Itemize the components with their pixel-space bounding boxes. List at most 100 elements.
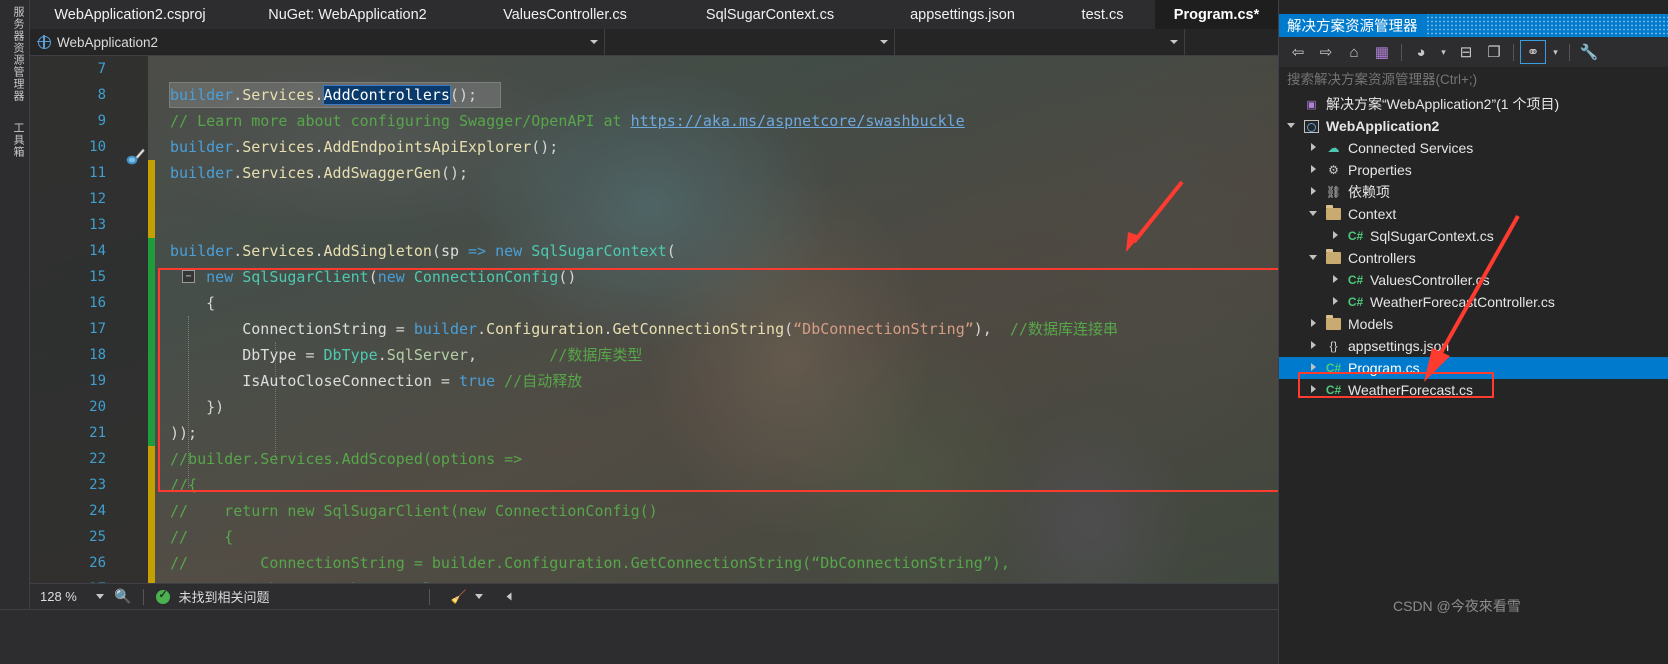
code-token: . xyxy=(377,346,387,364)
show-all-files-button[interactable]: ❐ xyxy=(1481,40,1507,64)
navbar-member-segment[interactable] xyxy=(895,29,1185,55)
code-line[interactable]: 15− new SqlSugarClient(new ConnectionCon… xyxy=(30,264,1278,290)
code-token: //数据库连接串 xyxy=(1000,320,1118,338)
collapse-all-button[interactable]: ⊟ xyxy=(1453,40,1479,64)
pending-changes-dropdown[interactable]: ▾ xyxy=(1436,40,1451,64)
forward-button[interactable]: ⇨ xyxy=(1313,40,1339,64)
line-number: 9 xyxy=(97,113,106,129)
chevron-right-icon[interactable] xyxy=(1309,319,1319,329)
code-editor[interactable]: 7 8 builder.Services.AddControllers(); 9// … xyxy=(30,56,1278,583)
chevron-right-icon[interactable] xyxy=(1309,143,1319,153)
code-text: ConnectionString = builder.Configuration… xyxy=(170,316,1118,342)
chevron-down-icon[interactable] xyxy=(1287,121,1297,131)
code-token: Configuration xyxy=(486,320,604,338)
editor-tab-appsettings-json[interactable]: appsettings.json xyxy=(875,0,1050,29)
problem-status-label: 未找到相关问题 xyxy=(178,590,270,605)
code-line[interactable]: 26 // ConnectionString = builder.Configur… xyxy=(30,550,1278,576)
code-line[interactable]: 17 ConnectionString = builder.Configurat… xyxy=(30,316,1278,342)
code-hyperlink[interactable]: https://aka.ms/aspnetcore/swashbuckle xyxy=(631,112,965,130)
broom-icon[interactable]: 🧹 xyxy=(450,589,466,605)
solution-explorer-search-input[interactable] xyxy=(1279,67,1668,91)
code-line[interactable]: 10 builder.Services.AddEndpointsApiExplor… xyxy=(30,134,1278,160)
code-line[interactable]: 19 IsAutoCloseConnection = true //自动释放 xyxy=(30,368,1278,394)
chevron-down-icon[interactable] xyxy=(1309,209,1319,219)
editor-tab-test-cs[interactable]: test.cs xyxy=(1050,0,1155,29)
tree-item-webapplication2[interactable]: WebApplication2 xyxy=(1279,115,1668,137)
tree-item-models[interactable]: Models xyxy=(1279,313,1668,335)
tree-item-valuescontroller.cs[interactable]: C# ValuesController.cs xyxy=(1279,269,1668,291)
code-line[interactable]: 7 xyxy=(30,56,1278,82)
editor-tab-webapplication2-csproj[interactable]: WebApplication2.csproj xyxy=(30,0,230,29)
code-line[interactable]: 13 xyxy=(30,212,1278,238)
tree-item-weatherforecastcontroller.cs[interactable]: C# WeatherForecastController.cs xyxy=(1279,291,1668,313)
chevron-right-icon[interactable] xyxy=(1331,231,1341,241)
tree-item-context[interactable]: Context xyxy=(1279,203,1668,225)
code-line[interactable]: 21)); xyxy=(30,420,1278,446)
code-lines[interactable]: 7 8 builder.Services.AddControllers(); 9// … xyxy=(30,56,1278,583)
wrench-icon[interactable]: 🔧 xyxy=(1576,40,1602,64)
solution-view-button[interactable]: ▦ xyxy=(1369,40,1395,64)
tree-item--[interactable]: ⛓ 依赖项 xyxy=(1279,181,1668,203)
tree-item-sqlsugarcontext.cs[interactable]: C# SqlSugarContext.cs xyxy=(1279,225,1668,247)
navbar-project-segment[interactable]: WebApplication2 xyxy=(30,29,605,55)
title-drag-dots[interactable] xyxy=(1425,14,1668,37)
magnifier-icon[interactable]: 🔍 xyxy=(114,588,131,605)
tree-item-controllers[interactable]: Controllers xyxy=(1279,247,1668,269)
code-line[interactable]: 9 // Learn more about configuring Swagger… xyxy=(30,108,1278,134)
code-line[interactable]: 20 }) xyxy=(30,394,1278,420)
chevron-right-icon[interactable] xyxy=(1331,297,1341,307)
chevron-right-icon[interactable] xyxy=(1331,275,1341,285)
tree-item-program.cs[interactable]: C# Program.cs xyxy=(1279,357,1668,379)
code-token: (); xyxy=(440,164,469,182)
code-line[interactable]: 18 DbType = DbType.SqlServer, //数据库类型 xyxy=(30,342,1278,368)
code-token: )); xyxy=(170,424,198,442)
dock-tab-toolbox[interactable]: 工具箱 xyxy=(4,122,26,158)
code-token: (); xyxy=(449,86,478,104)
back-button[interactable]: ⇦ xyxy=(1285,40,1311,64)
properties-dropdown[interactable]: ▾ xyxy=(1548,40,1563,64)
tree-item-label: WeatherForecast.cs xyxy=(1348,382,1474,398)
chevron-right-icon[interactable] xyxy=(1309,385,1319,395)
home-button[interactable]: ⌂ xyxy=(1341,40,1367,64)
code-line[interactable]: 16 { xyxy=(30,290,1278,316)
scroll-left-icon[interactable] xyxy=(506,592,512,601)
properties-button[interactable]: ⚭ xyxy=(1520,40,1546,64)
chevron-down-icon[interactable] xyxy=(1170,40,1178,44)
tree-item-appsettings.json[interactable]: {} appsettings.json xyxy=(1279,335,1668,357)
chevron-right-icon[interactable] xyxy=(1309,187,1319,197)
tree-item-connected-services[interactable]: ☁ Connected Services xyxy=(1279,137,1668,159)
chevron-right-icon[interactable] xyxy=(1309,165,1319,175)
dock-tab-server-explorer[interactable]: 服务器资源管理器 xyxy=(4,6,26,102)
csharp-icon: C# xyxy=(1347,229,1364,243)
chevron-down-icon[interactable] xyxy=(590,40,598,44)
editor-tab-valuescontroller-cs[interactable]: ValuesController.cs xyxy=(465,0,665,29)
chevron-down-icon[interactable] xyxy=(1309,253,1319,263)
code-line[interactable]: 12 xyxy=(30,186,1278,212)
code-line[interactable]: 27 // DbType = DbType.SqlServer, xyxy=(30,576,1278,583)
chevron-right-icon[interactable] xyxy=(1309,363,1319,373)
zoom-level-label[interactable]: 128 % xyxy=(30,589,94,604)
editor-tab-nuget-webapplication2[interactable]: NuGet: WebApplication2 xyxy=(230,0,465,29)
code-line[interactable]: 23 //{ xyxy=(30,472,1278,498)
code-line[interactable]: 24 // return new SqlSugarClient(new Conne… xyxy=(30,498,1278,524)
tree-item--webapplication2-1-[interactable]: ▣ 解决方案“WebApplication2”(1 个项目) xyxy=(1279,93,1668,115)
code-line[interactable]: 8 builder.Services.AddControllers(); xyxy=(30,82,1278,108)
lightbulb-quick-action-icon[interactable] xyxy=(125,148,145,166)
editor-tab-sqlsugarcontext-cs[interactable]: SqlSugarContext.cs xyxy=(665,0,875,29)
pending-changes-filter-button[interactable]: ◕ xyxy=(1408,40,1434,64)
code-line[interactable]: 25 // { xyxy=(30,524,1278,550)
chevron-right-icon[interactable] xyxy=(1309,341,1319,351)
tree-item-properties[interactable]: ⚙ Properties xyxy=(1279,159,1668,181)
navbar-type-segment[interactable] xyxy=(605,29,895,55)
editor-tab-program-cs-[interactable]: Program.cs* xyxy=(1155,0,1278,29)
solution-tree[interactable]: ▣ 解决方案“WebApplication2”(1 个项目) WebApplicat… xyxy=(1279,93,1668,401)
broom-dropdown-icon[interactable] xyxy=(474,594,483,599)
line-number: 18 xyxy=(89,347,106,363)
chevron-down-icon[interactable] xyxy=(880,40,888,44)
code-line[interactable]: 11 builder.Services.AddSwaggerGen(); xyxy=(30,160,1278,186)
code-line[interactable]: 14 builder.Services.AddSingleton(sp => ne… xyxy=(30,238,1278,264)
tree-item-weatherforecast.cs[interactable]: C# WeatherForecast.cs xyxy=(1279,379,1668,401)
zoom-dropdown-icon[interactable] xyxy=(96,594,104,599)
change-marker xyxy=(148,420,155,446)
code-line[interactable]: 22 //builder.Services.AddScoped(options =… xyxy=(30,446,1278,472)
